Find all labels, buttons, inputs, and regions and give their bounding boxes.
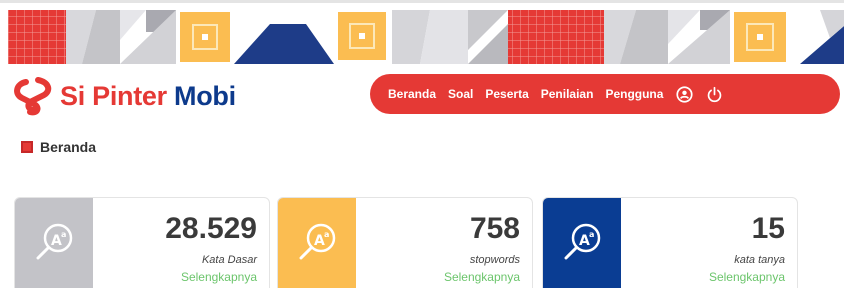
card-more-link[interactable]: Selengkapnya xyxy=(709,270,785,284)
logo-text-part2: Mobi xyxy=(174,80,236,111)
page-title-text: Beranda xyxy=(40,139,97,155)
svg-text:a: a xyxy=(61,230,66,239)
card-label: kata tanya xyxy=(734,254,785,266)
sipinter-logo-icon xyxy=(14,77,52,116)
title-square-icon xyxy=(21,141,33,153)
svg-text:a: a xyxy=(324,230,329,239)
card-value: 15 xyxy=(751,212,785,245)
nav-link-peserta[interactable]: Peserta xyxy=(485,87,528,101)
user-circle-icon[interactable] xyxy=(675,85,693,103)
card-label: stopwords xyxy=(469,254,520,266)
card-value: 28.529 xyxy=(165,212,257,245)
nav-link-penilaian[interactable]: Penilaian xyxy=(541,87,594,101)
card-more-link[interactable]: Selengkapnya xyxy=(181,270,257,284)
logo-text: Si Pinter Mobi xyxy=(60,80,236,111)
card-icon-box: A a xyxy=(543,198,621,288)
logo-text-part1: Si Pinter xyxy=(60,80,167,111)
page-title: Beranda xyxy=(21,139,96,155)
card-label: Kata Dasar xyxy=(201,254,257,266)
stat-card-kata-dasar: A a 28.529 Kata Dasar Selengkapnya xyxy=(14,197,270,288)
app-logo[interactable]: Si Pinter Mobi xyxy=(12,76,236,116)
decorative-banner xyxy=(0,0,844,64)
magnifier-font-icon: A a xyxy=(564,223,601,260)
magnifier-font-icon: A a xyxy=(36,223,73,260)
banner-pattern xyxy=(8,6,844,64)
main-navbar: Beranda Soal Peserta Penilaian Pengguna xyxy=(370,74,840,114)
stat-card-kata-tanya: A a 15 kata tanya Selengkapnya xyxy=(542,197,798,288)
card-value: 758 xyxy=(469,212,520,245)
card-icon-box: A a xyxy=(278,198,356,288)
card-more-link[interactable]: Selengkapnya xyxy=(444,270,520,284)
stat-card-stopwords: A a 758 stopwords Selengkapnya xyxy=(277,197,533,288)
card-icon-box: A a xyxy=(15,198,93,288)
nav-link-pengguna[interactable]: Pengguna xyxy=(605,87,663,101)
power-icon[interactable] xyxy=(705,85,723,103)
nav-link-beranda[interactable]: Beranda xyxy=(388,87,436,101)
magnifier-font-icon: A a xyxy=(299,223,336,260)
svg-text:a: a xyxy=(589,230,594,239)
banner-top-border xyxy=(0,0,844,3)
nav-link-soal[interactable]: Soal xyxy=(448,87,473,101)
